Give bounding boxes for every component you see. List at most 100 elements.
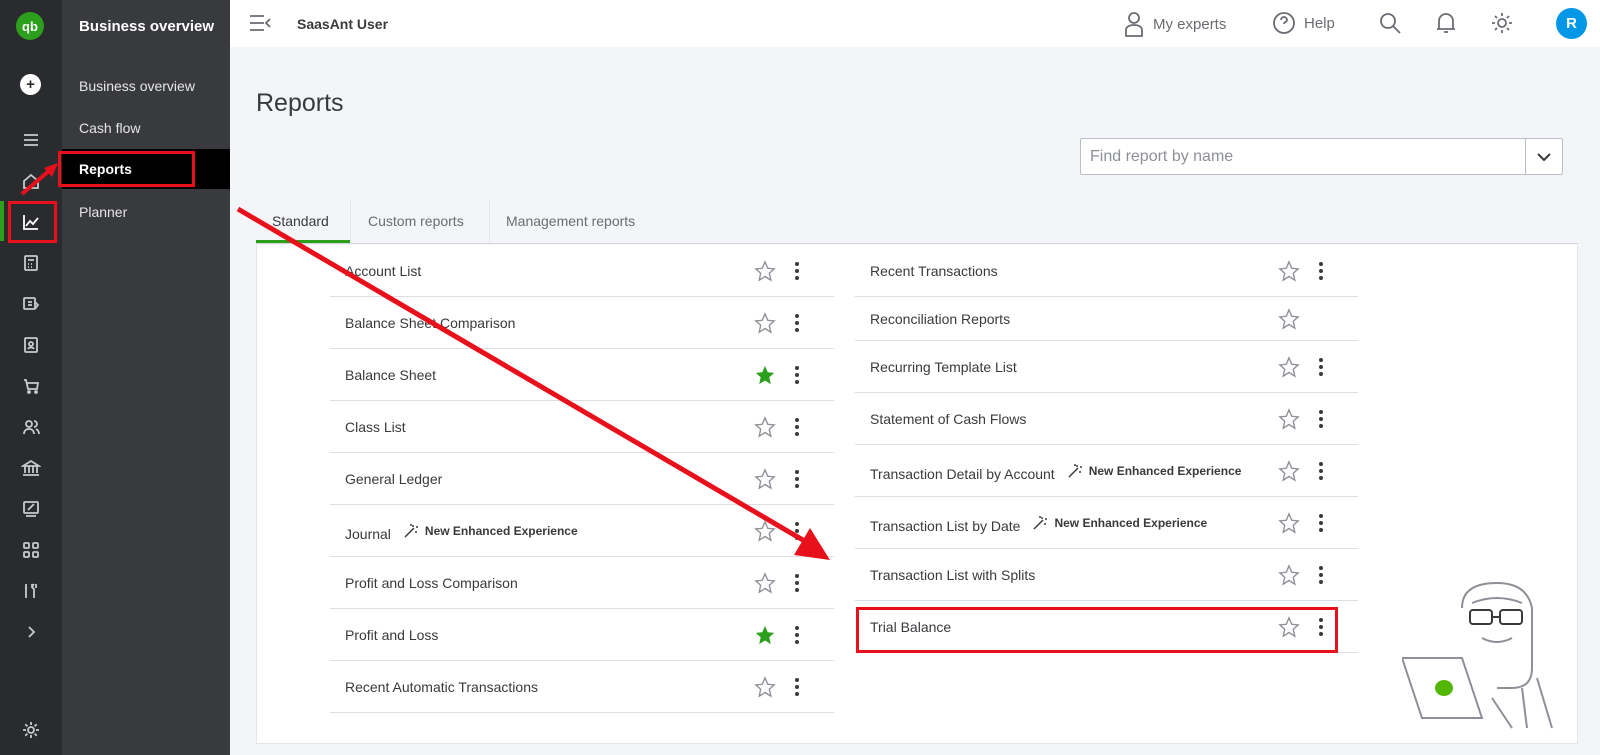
help-button[interactable]: Help <box>1272 11 1335 35</box>
report-row[interactable]: General Ledger <box>330 453 834 505</box>
report-row[interactable]: Transaction Detail by Account New Enhance… <box>855 445 1358 497</box>
report-name-link[interactable]: Recent Automatic Transactions <box>345 661 538 713</box>
report-name-link[interactable]: Trial Balance <box>870 601 951 653</box>
report-name-link[interactable]: Statement of Cash Flows <box>870 393 1026 445</box>
new-experience-badge[interactable]: New Enhanced Experience <box>403 505 578 557</box>
more-options-icon[interactable] <box>792 676 802 698</box>
report-row[interactable]: Transaction List with Splits <box>855 549 1358 601</box>
subnav-item-reports[interactable]: Reports <box>62 149 230 189</box>
report-row[interactable]: Transaction List by Date New Enhanced Exp… <box>855 497 1358 549</box>
apps-icon[interactable] <box>18 537 44 563</box>
user-avatar[interactable]: R <box>1556 8 1587 39</box>
report-name-link[interactable]: Account List <box>345 245 421 297</box>
report-row[interactable]: Account List <box>330 245 834 297</box>
new-experience-badge[interactable]: New Enhanced Experience <box>1032 497 1207 549</box>
star-outline-icon[interactable] <box>754 468 776 490</box>
calculator-icon[interactable] <box>18 250 44 276</box>
star-filled-icon[interactable] <box>754 364 776 386</box>
home-icon[interactable] <box>18 168 44 194</box>
tab-standard[interactable]: Standard <box>256 200 350 243</box>
report-row[interactable]: Recent Automatic Transactions <box>330 661 834 713</box>
star-outline-icon[interactable] <box>754 312 776 334</box>
more-options-icon[interactable] <box>1316 356 1326 378</box>
contacts-icon[interactable] <box>18 332 44 358</box>
subnav-item-business-overview[interactable]: Business overview <box>79 78 195 94</box>
report-row[interactable]: Reconciliation Reports <box>855 297 1358 341</box>
star-outline-icon[interactable] <box>1278 260 1300 282</box>
report-name-link[interactable]: Profit and Loss Comparison <box>345 557 518 609</box>
star-outline-icon[interactable] <box>754 676 776 698</box>
star-outline-icon[interactable] <box>1278 356 1300 378</box>
tab-custom-reports[interactable]: Custom reports <box>368 200 464 243</box>
people-icon[interactable] <box>18 414 44 440</box>
search-icon[interactable] <box>1378 11 1402 35</box>
reports-chart-icon[interactable] <box>18 209 44 235</box>
report-name-link[interactable]: Balance Sheet <box>345 349 436 401</box>
more-options-icon[interactable] <box>1316 564 1326 586</box>
report-name-link[interactable]: Journal New Enhanced Experience <box>345 505 578 557</box>
report-row[interactable]: Profit and Loss <box>330 609 834 661</box>
star-outline-icon[interactable] <box>1278 616 1300 638</box>
more-options-icon[interactable] <box>1316 616 1326 638</box>
report-row[interactable]: Balance Sheet <box>330 349 834 401</box>
tab-management-reports[interactable]: Management reports <box>506 200 635 243</box>
more-options-icon[interactable] <box>792 260 802 282</box>
more-options-icon[interactable] <box>1316 408 1326 430</box>
receipt-icon[interactable] <box>18 291 44 317</box>
star-filled-icon[interactable] <box>754 624 776 646</box>
report-name-link[interactable]: Reconciliation Reports <box>870 297 1010 341</box>
star-outline-icon[interactable] <box>754 520 776 542</box>
star-outline-icon[interactable] <box>1278 564 1300 586</box>
report-search-input[interactable] <box>1081 139 1526 174</box>
gear-icon[interactable] <box>18 717 44 743</box>
report-name-link[interactable]: Profit and Loss <box>345 609 438 661</box>
report-row[interactable]: Trial Balance <box>855 601 1358 653</box>
more-options-icon[interactable] <box>792 572 802 594</box>
report-row[interactable]: Class List <box>330 401 834 453</box>
my-experts-button[interactable]: My experts <box>1123 11 1226 37</box>
report-name-link[interactable]: Recent Transactions <box>870 245 998 297</box>
more-options-icon[interactable] <box>792 468 802 490</box>
star-outline-icon[interactable] <box>754 416 776 438</box>
more-options-icon[interactable] <box>792 624 802 646</box>
bank-icon[interactable] <box>18 455 44 481</box>
more-options-icon[interactable] <box>1316 512 1326 534</box>
report-row[interactable]: Recurring Template List <box>855 341 1358 393</box>
more-options-icon[interactable] <box>792 312 802 334</box>
report-name-link[interactable]: General Ledger <box>345 453 442 505</box>
report-name-link[interactable]: Transaction List with Splits <box>870 549 1035 601</box>
settings-gear-icon[interactable] <box>1490 11 1514 35</box>
report-name-link[interactable]: Transaction Detail by Account New Enhance… <box>870 445 1241 497</box>
report-name-link[interactable]: Balance Sheet Comparison <box>345 297 515 349</box>
report-row[interactable]: Balance Sheet Comparison <box>330 297 834 349</box>
tax-icon[interactable] <box>18 496 44 522</box>
report-row[interactable]: Profit and Loss Comparison <box>330 557 834 609</box>
report-row[interactable]: Journal New Enhanced Experience <box>330 505 834 557</box>
quickbooks-logo[interactable]: qb <box>16 12 44 40</box>
star-outline-icon[interactable] <box>1278 308 1300 330</box>
more-options-icon[interactable] <box>1316 460 1326 482</box>
chevron-right-icon[interactable] <box>18 619 44 645</box>
bell-icon[interactable] <box>1435 11 1457 35</box>
new-experience-badge[interactable]: New Enhanced Experience <box>1067 445 1241 497</box>
subnav-item-cash-flow[interactable]: Cash flow <box>79 120 140 136</box>
report-name-link[interactable]: Transaction List by Date New Enhanced Exp… <box>870 497 1207 549</box>
star-outline-icon[interactable] <box>1278 512 1300 534</box>
subnav-item-planner[interactable]: Planner <box>79 204 127 220</box>
star-outline-icon[interactable] <box>754 260 776 282</box>
report-row[interactable]: Recent Transactions <box>855 245 1358 297</box>
more-options-icon[interactable] <box>792 416 802 438</box>
more-options-icon[interactable] <box>792 520 802 542</box>
cart-icon[interactable] <box>18 373 44 399</box>
star-outline-icon[interactable] <box>1278 460 1300 482</box>
new-plus-icon[interactable]: + <box>20 74 41 95</box>
star-outline-icon[interactable] <box>754 572 776 594</box>
report-row[interactable]: Statement of Cash Flows <box>855 393 1358 445</box>
menu-icon[interactable] <box>18 127 44 153</box>
more-options-icon[interactable] <box>792 364 802 386</box>
report-name-link[interactable]: Recurring Template List <box>870 341 1017 393</box>
nav-toggle-icon[interactable] <box>248 12 272 34</box>
report-name-link[interactable]: Class List <box>345 401 406 453</box>
star-outline-icon[interactable] <box>1278 408 1300 430</box>
tools-icon[interactable] <box>18 578 44 604</box>
